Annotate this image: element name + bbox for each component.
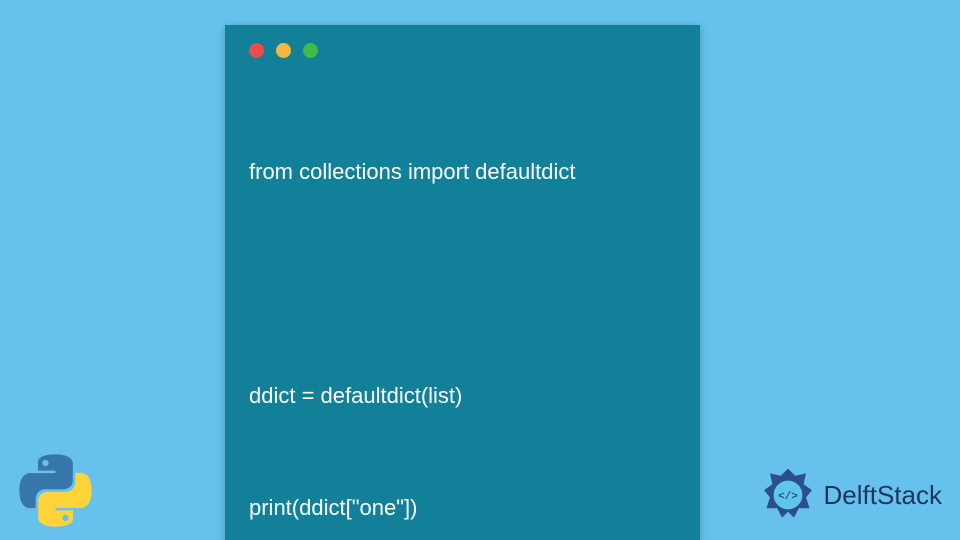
maximize-icon	[303, 43, 318, 58]
code-line: from collections import defaultdict	[249, 153, 676, 190]
window-controls	[249, 43, 676, 58]
minimize-icon	[276, 43, 291, 58]
code-block: from collections import defaultdict ddic…	[249, 78, 676, 540]
delftstack-brand: </> DelftStack	[758, 465, 943, 525]
code-line: ddict = defaultdict(list)	[249, 377, 676, 414]
svg-text:</>: </>	[778, 491, 797, 503]
code-line	[249, 265, 676, 302]
close-icon	[249, 43, 264, 58]
delftstack-badge-icon: </>	[758, 465, 818, 525]
code-line: print(ddict["one"])	[249, 489, 676, 526]
python-logo-icon	[18, 453, 93, 528]
code-window: from collections import defaultdict ddic…	[225, 25, 700, 540]
brand-name: DelftStack	[824, 480, 943, 511]
